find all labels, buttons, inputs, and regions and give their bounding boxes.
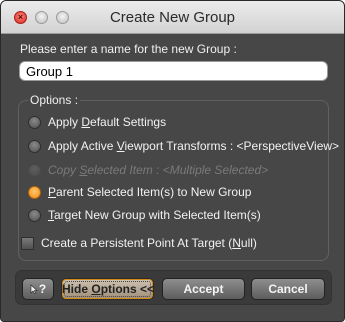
- options-group-label: Options :: [28, 93, 81, 107]
- hide-options-button[interactable]: Hide Options <<: [61, 278, 154, 300]
- option-label: Parent Selected Item(s) to New Group: [48, 185, 252, 199]
- title-bar[interactable]: × Create New Group: [1, 1, 344, 34]
- radio-button-selected[interactable]: [28, 185, 41, 199]
- persistent-point-checkbox[interactable]: [21, 236, 34, 250]
- radio-button[interactable]: [28, 208, 41, 222]
- radio-button: [28, 163, 41, 177]
- option-label: Apply Default Settings: [48, 115, 167, 129]
- accept-button[interactable]: Accept: [162, 278, 245, 300]
- help-button[interactable]: ?: [22, 278, 54, 300]
- dialog-content: Please enter a name for the new Group : …: [1, 34, 344, 321]
- option-target-new-group[interactable]: Target New Group with Selected Item(s): [28, 206, 261, 224]
- option-copy-selected-item: Copy Selected Item : <Multiple Selected>: [28, 161, 268, 179]
- group-name-input[interactable]: [19, 61, 328, 81]
- option-label: Apply Active Viewport Transforms : <Pers…: [48, 139, 340, 153]
- radio-button[interactable]: [28, 115, 41, 129]
- option-apply-viewport-transforms[interactable]: Apply Active Viewport Transforms : <Pers…: [28, 137, 339, 155]
- focus-ring: [64, 281, 151, 297]
- help-icon: ?: [30, 279, 46, 299]
- option-parent-selected-items[interactable]: Parent Selected Item(s) to New Group: [28, 183, 251, 201]
- cancel-button[interactable]: Cancel: [251, 278, 325, 300]
- radio-button[interactable]: [28, 139, 41, 153]
- checkbox-label: Create a Persistent Point At Target (Nul…: [41, 236, 257, 250]
- option-label: Copy Selected Item : <Multiple Selected>: [48, 163, 269, 177]
- window-title: Create New Group: [109, 9, 236, 26]
- create-new-group-dialog: × Create New Group Please enter a name f…: [0, 0, 345, 322]
- name-prompt-label: Please enter a name for the new Group :: [20, 42, 237, 56]
- persistent-point-checkbox-row[interactable]: Create a Persistent Point At Target (Nul…: [21, 236, 257, 250]
- option-apply-default-settings[interactable]: Apply Default Settings: [28, 113, 166, 131]
- option-label: Target New Group with Selected Item(s): [48, 208, 261, 222]
